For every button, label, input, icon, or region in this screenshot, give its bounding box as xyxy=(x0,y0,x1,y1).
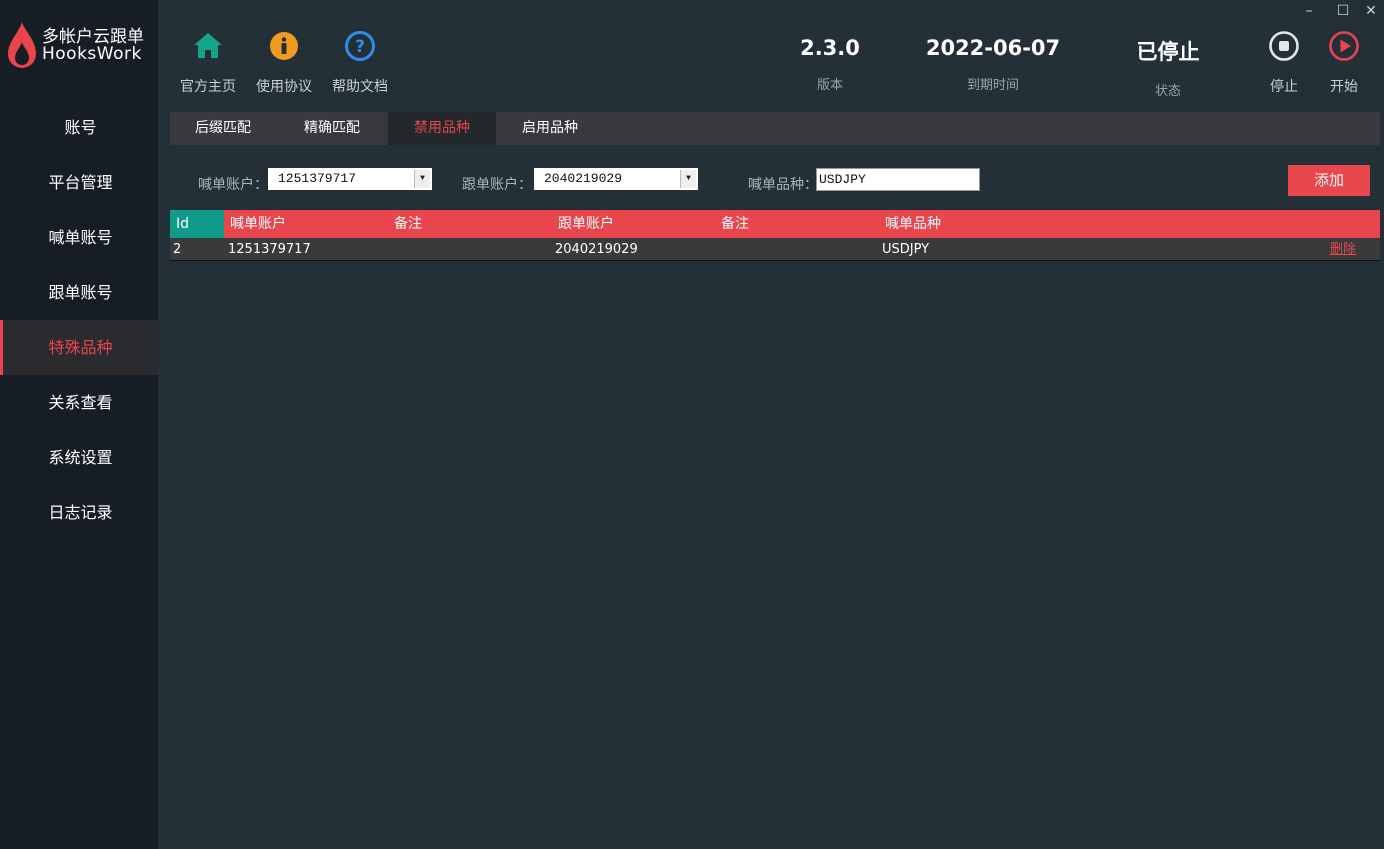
home-button[interactable]: 官方主页 xyxy=(176,30,240,96)
agreement-button[interactable]: 使用协议 xyxy=(252,30,316,96)
col-symbol: 喊单品种 xyxy=(885,216,941,232)
start-label: 开始 xyxy=(1330,79,1358,95)
delete-link[interactable]: 删除 xyxy=(1330,238,1356,261)
expiry-caption: 到期时间 xyxy=(966,78,1019,93)
home-label: 官方主页 xyxy=(180,79,236,95)
follower-account-value: 2040219029 xyxy=(544,171,623,186)
version-info: 2.3.0 版本 xyxy=(788,36,872,93)
maximize-button[interactable]: ☐ xyxy=(1330,0,1356,22)
status-info: 已停止 状态 xyxy=(1118,36,1218,99)
caller-account-label: 喊单账户： xyxy=(198,177,268,193)
symbol-input[interactable] xyxy=(816,168,980,191)
close-button[interactable]: ✕ xyxy=(1358,0,1384,22)
home-icon xyxy=(194,33,222,58)
follower-account-label: 跟单账户： xyxy=(462,177,532,193)
tab-suffix-match[interactable]: 后缀匹配 xyxy=(170,112,276,145)
caller-account-select[interactable]: 1251379717 ▼ xyxy=(268,168,432,190)
chevron-down-icon: ▼ xyxy=(414,170,430,188)
caller-account-value: 1251379717 xyxy=(278,171,357,186)
col-id: Id xyxy=(170,210,224,238)
follower-account-select[interactable]: 2040219029 ▼ xyxy=(534,168,698,190)
help-label: 帮助文档 xyxy=(332,79,388,95)
header: 官方主页 使用协议 ? 帮助文档 2.3.0 版本 2022-06-07 到期时… xyxy=(158,0,1384,100)
col-follower-account: 跟单账户 xyxy=(558,216,614,232)
info-icon xyxy=(270,32,298,60)
subtab-bar: 后缀匹配 精确匹配 禁用品种 启用品种 xyxy=(170,112,1380,145)
stop-button[interactable]: 停止 xyxy=(1252,30,1316,96)
tab-exact-match[interactable]: 精确匹配 xyxy=(276,112,388,145)
symbol-label: 喊单品种： xyxy=(748,177,818,193)
col-follower-note: 备注 xyxy=(721,216,749,232)
help-button[interactable]: ? 帮助文档 xyxy=(328,30,392,96)
question-icon: ? xyxy=(345,31,375,61)
col-caller-note: 备注 xyxy=(394,216,422,232)
symbols-table: Id 喊单账户 备注 跟单账户 备注 喊单品种 2 1251379717 204… xyxy=(170,210,1380,261)
sidebar-item-account[interactable]: 账号 xyxy=(0,100,158,155)
svg-text:?: ? xyxy=(355,37,365,57)
sidebar-nav: 账号 平台管理 喊单账号 跟单账号 特殊品种 关系查看 系统设置 日志记录 xyxy=(0,100,158,540)
start-button[interactable]: 开始 xyxy=(1312,30,1376,96)
tab-disabled-symbols[interactable]: 禁用品种 xyxy=(388,112,496,145)
app-logo: 多帐户云跟单 HooksWork xyxy=(0,0,158,100)
expiry-info: 2022-06-07 到期时间 xyxy=(918,36,1068,93)
app-brand: HooksWork xyxy=(42,44,142,64)
status-value: 已停止 xyxy=(1136,40,1200,64)
sidebar-item-platform[interactable]: 平台管理 xyxy=(0,155,158,210)
main-panel: 后缀匹配 精确匹配 禁用品种 启用品种 喊单账户： 1251379717 ▼ 跟… xyxy=(170,112,1380,849)
cell-symbol: USDJPY xyxy=(882,242,930,257)
sidebar-item-relations[interactable]: 关系查看 xyxy=(0,375,158,430)
tab-enabled-symbols[interactable]: 启用品种 xyxy=(496,112,604,145)
sidebar-item-settings[interactable]: 系统设置 xyxy=(0,430,158,485)
table-header: Id 喊单账户 备注 跟单账户 备注 喊单品种 xyxy=(170,210,1380,238)
cell-follower-account: 2040219029 xyxy=(555,242,638,257)
chevron-down-icon: ▼ xyxy=(680,170,696,188)
sidebar-item-logs[interactable]: 日志记录 xyxy=(0,485,158,540)
stop-icon xyxy=(1269,31,1299,61)
minimize-button[interactable]: – xyxy=(1296,0,1322,22)
cell-caller-account: 1251379717 xyxy=(228,242,311,257)
sidebar: 多帐户云跟单 HooksWork 账号 平台管理 喊单账号 跟单账号 特殊品种 … xyxy=(0,0,158,849)
flame-logo-icon xyxy=(8,22,36,68)
sidebar-item-special-symbols[interactable]: 特殊品种 xyxy=(0,320,158,375)
version-value: 2.3.0 xyxy=(800,36,860,60)
sidebar-item-caller-accounts[interactable]: 喊单账号 xyxy=(0,210,158,265)
status-caption: 状态 xyxy=(1154,84,1181,99)
play-icon xyxy=(1329,31,1359,61)
stop-label: 停止 xyxy=(1270,79,1298,95)
sidebar-item-follower-accounts[interactable]: 跟单账号 xyxy=(0,265,158,320)
table-row[interactable]: 2 1251379717 2040219029 USDJPY 删除 xyxy=(170,238,1380,261)
expiry-value: 2022-06-07 xyxy=(925,36,1061,60)
cell-id: 2 xyxy=(173,242,182,257)
add-button[interactable]: 添加 xyxy=(1288,165,1370,196)
version-caption: 版本 xyxy=(816,78,843,93)
agreement-label: 使用协议 xyxy=(256,79,312,95)
col-caller-account: 喊单账户 xyxy=(230,216,286,232)
